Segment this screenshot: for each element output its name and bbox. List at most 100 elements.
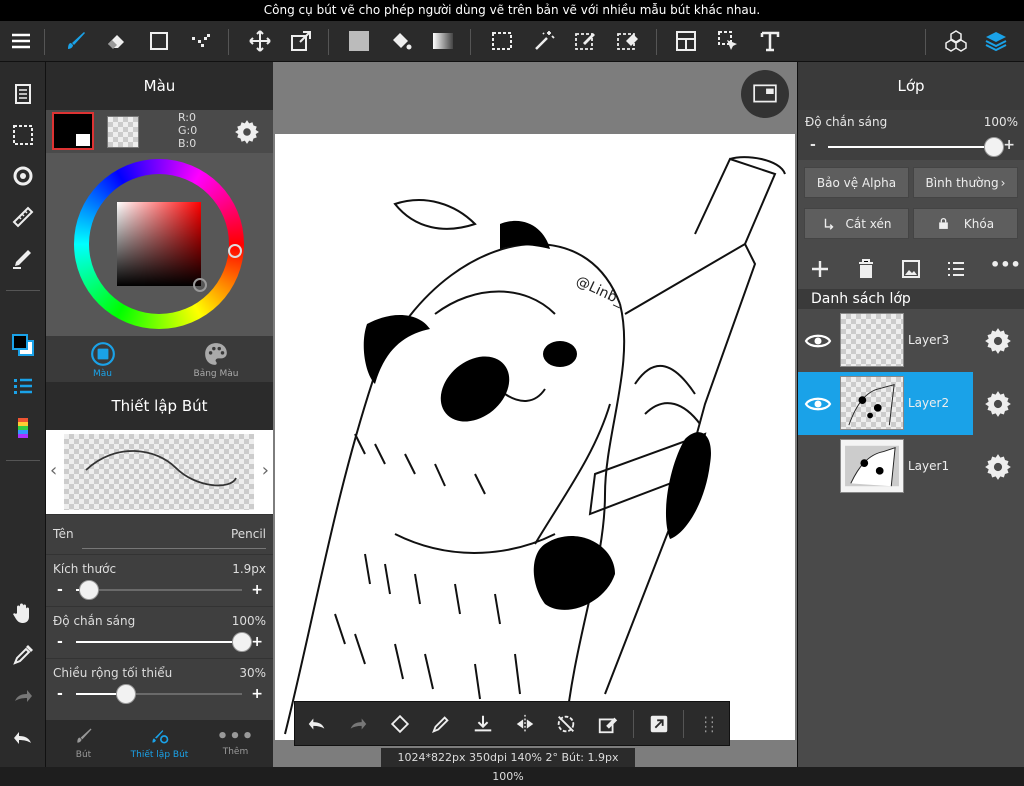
redo-icon[interactable]: [344, 710, 372, 738]
size-slider-knob[interactable]: [79, 580, 100, 600]
fill-color-icon[interactable]: [343, 25, 375, 57]
share-icon[interactable]: [645, 710, 673, 738]
color-settings-gear-icon[interactable]: [234, 119, 260, 145]
tab-color[interactable]: Màu: [46, 336, 159, 382]
rotate-icon[interactable]: [7, 160, 39, 192]
undo-icon[interactable]: [7, 722, 39, 754]
layer-settings-gear-icon[interactable]: [984, 390, 1012, 418]
select-pen-icon[interactable]: [570, 25, 602, 57]
text-tool-icon[interactable]: [754, 25, 786, 57]
blend-mode-button[interactable]: Bình thường ›: [913, 167, 1018, 198]
tab-palette[interactable]: Bảng Màu: [159, 336, 273, 382]
delete-layer-icon[interactable]: [854, 257, 878, 281]
bucket-tool-icon[interactable]: [385, 25, 417, 57]
layer-more-icon[interactable]: •••: [990, 255, 1021, 274]
tab-more[interactable]: ••• Thêm: [198, 720, 273, 767]
import-icon[interactable]: [469, 710, 497, 738]
layer-image-icon[interactable]: [899, 257, 923, 281]
select-eraser-icon[interactable]: [612, 25, 644, 57]
layer-list-icon[interactable]: [944, 257, 968, 281]
preview-prev-icon[interactable]: ‹: [50, 460, 57, 481]
undo-icon[interactable]: [303, 710, 331, 738]
flip-horizontal-icon[interactable]: [511, 710, 539, 738]
layer-row[interactable]: Layer3: [798, 309, 1024, 372]
tab-brush[interactable]: Bút: [46, 720, 121, 767]
shape-tool-icon[interactable]: [143, 25, 175, 57]
hue-handle[interactable]: [228, 244, 242, 258]
add-layer-icon[interactable]: [808, 257, 832, 281]
color-wheel-area[interactable]: [46, 153, 273, 336]
tab-brush-settings[interactable]: Thiết lập Bút: [121, 720, 198, 767]
artwork: @Linb_: [284, 156, 786, 735]
move-tool-icon[interactable]: [244, 25, 276, 57]
layers-icon[interactable]: [980, 25, 1012, 57]
foreground-swatch[interactable]: [52, 112, 94, 150]
size-minus-button[interactable]: -: [57, 582, 63, 598]
frame-divider-icon[interactable]: [670, 25, 702, 57]
operation-tool-icon[interactable]: [712, 25, 744, 57]
canvas-area[interactable]: @Linb_ 1024*822px 350dpi 140% 2° Bút: 1.…: [273, 62, 797, 783]
lock-button[interactable]: Khóa: [913, 208, 1018, 239]
layer-opacity-slider[interactable]: [828, 137, 1004, 157]
clipping-button[interactable]: Cắt xén: [804, 208, 909, 239]
grid-menu-icon[interactable]: [695, 710, 723, 738]
pen-icon[interactable]: [427, 710, 455, 738]
hand-tool-icon[interactable]: [7, 597, 39, 629]
snap-icon[interactable]: [7, 242, 39, 274]
selection-icon[interactable]: [7, 119, 39, 151]
visibility-eye-icon[interactable]: [804, 392, 832, 416]
opacity-minus-button[interactable]: -: [57, 634, 63, 650]
visibility-eye-icon[interactable]: [804, 329, 832, 353]
color-swatch-icon[interactable]: [7, 329, 39, 361]
tab-brush-settings-label: Thiết lập Bút: [130, 750, 189, 760]
rgb-g: G:0: [178, 124, 198, 137]
magic-wand-icon[interactable]: [528, 25, 560, 57]
navigator-button[interactable]: [741, 70, 789, 118]
opacity-slider-knob[interactable]: [232, 632, 252, 652]
layer-settings-gear-icon[interactable]: [984, 453, 1012, 481]
min-width-slider[interactable]: [76, 684, 242, 704]
saturation-square[interactable]: [117, 202, 201, 286]
layer-opacity-minus-button[interactable]: -: [810, 137, 816, 153]
top-toolbar: [0, 21, 1024, 62]
size-plus-button[interactable]: +: [251, 582, 263, 598]
sv-handle[interactable]: [193, 278, 207, 292]
ruler-icon[interactable]: [7, 201, 39, 233]
min-width-slider-knob[interactable]: [115, 684, 136, 704]
material-icon[interactable]: [940, 25, 972, 57]
layer-opacity-knob[interactable]: [984, 137, 1004, 157]
panel-bottom-tabs: Bút Thiết lập Bút ••• Thêm: [46, 720, 273, 767]
layer-settings-gear-icon[interactable]: [984, 327, 1012, 355]
size-slider[interactable]: [76, 580, 242, 600]
transform-tool-icon[interactable]: [285, 25, 317, 57]
min-width-minus-button[interactable]: -: [57, 686, 63, 702]
gradient-tool-icon[interactable]: [427, 25, 459, 57]
layer-row-selected[interactable]: Layer2: [798, 372, 1024, 435]
brush-preview[interactable]: ‹ ›: [46, 430, 273, 514]
redo-icon[interactable]: [7, 680, 39, 712]
protect-alpha-button[interactable]: Bảo vệ Alpha: [804, 167, 909, 198]
opacity-slider[interactable]: [76, 632, 252, 652]
layer-row[interactable]: Layer1: [798, 435, 1024, 498]
brush-tool-icon[interactable]: [60, 25, 92, 57]
rotate-canvas-icon[interactable]: [386, 710, 414, 738]
select-rect-icon[interactable]: [486, 25, 518, 57]
eyedropper-icon[interactable]: [7, 639, 39, 671]
page-manager-icon[interactable]: [7, 78, 39, 110]
preview-next-icon[interactable]: ›: [262, 460, 269, 481]
opacity-plus-button[interactable]: +: [251, 634, 263, 650]
menu-icon[interactable]: [5, 25, 37, 57]
dot-brush-icon[interactable]: [185, 25, 217, 57]
eraser-tool-icon[interactable]: [101, 25, 133, 57]
color-swatch-row: R:0 G:0 B:0: [46, 110, 273, 153]
drawing-canvas[interactable]: @Linb_: [275, 134, 795, 740]
color-palette-icon[interactable]: [7, 412, 39, 444]
background-swatch[interactable]: [107, 116, 139, 148]
brush-name-row[interactable]: Tên Pencil: [46, 514, 273, 554]
reset-rotation-icon[interactable]: [552, 710, 580, 738]
brush-list-icon[interactable]: [7, 370, 39, 402]
min-width-plus-button[interactable]: +: [251, 686, 263, 702]
layer-opacity-plus-button[interactable]: +: [1003, 137, 1015, 153]
clear-layer-icon[interactable]: [594, 710, 622, 738]
brush-settings-panel: Thiết lập Bút ‹ › Tên Pencil Kích thước …: [46, 382, 273, 720]
